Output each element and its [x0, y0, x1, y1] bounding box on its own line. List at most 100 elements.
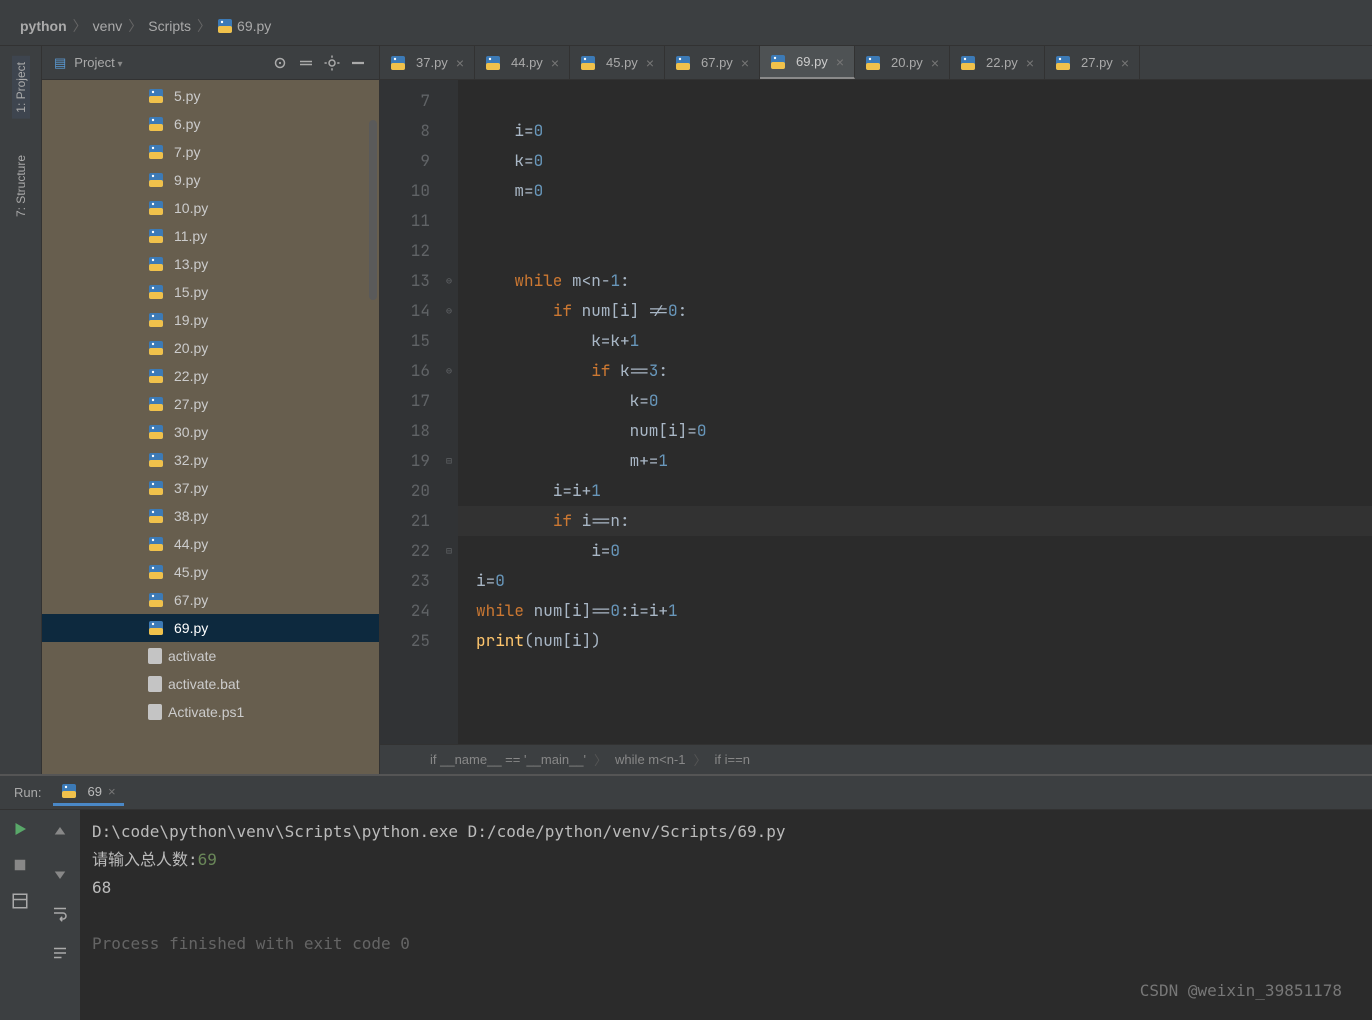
python-file-icon: [148, 200, 164, 216]
down-icon[interactable]: [51, 864, 69, 882]
code-area[interactable]: i=0 k=0 m=0 while m<n-1: if num[i] !=0: …: [458, 80, 1372, 744]
project-panel-title[interactable]: Project: [74, 55, 263, 70]
editor-tab[interactable]: 45.py×: [570, 46, 665, 79]
watermark: CSDN @weixin_39851178: [1140, 981, 1342, 1000]
python-file-icon: [485, 55, 501, 71]
crumb-scope-1[interactable]: if __name__ == '__main__': [430, 752, 586, 767]
python-file-icon: [148, 144, 164, 160]
close-icon[interactable]: ×: [741, 55, 749, 71]
tool-window-bar: 1: Project 7: Structure: [0, 46, 42, 774]
tree-item[interactable]: 67.py: [42, 586, 379, 614]
tree-item[interactable]: 9.py: [42, 166, 379, 194]
python-file-icon: [148, 620, 164, 636]
python-file-icon: [960, 55, 976, 71]
hide-icon[interactable]: [349, 54, 367, 72]
tree-item[interactable]: 6.py: [42, 110, 379, 138]
tree-item[interactable]: 10.py: [42, 194, 379, 222]
file-icon: [148, 648, 162, 664]
soft-wrap-icon[interactable]: [51, 904, 69, 922]
run-config-tab[interactable]: 69 ×: [53, 779, 123, 806]
tree-item[interactable]: 32.py: [42, 446, 379, 474]
python-file-icon: [148, 424, 164, 440]
tree-item[interactable]: 5.py: [42, 82, 379, 110]
python-file-icon: [148, 480, 164, 496]
python-file-icon: [148, 88, 164, 104]
editor-tab[interactable]: 27.py×: [1045, 46, 1140, 79]
python-file-icon: [148, 256, 164, 272]
python-file-icon: [148, 508, 164, 524]
tree-item[interactable]: 13.py: [42, 250, 379, 278]
python-file-icon: [675, 55, 691, 71]
tree-item[interactable]: 37.py: [42, 474, 379, 502]
tree-item[interactable]: 7.py: [42, 138, 379, 166]
python-file-icon: [148, 312, 164, 328]
crumb-root[interactable]: python: [20, 18, 67, 34]
tree-item[interactable]: activate: [42, 642, 379, 670]
tree-item[interactable]: 22.py: [42, 362, 379, 390]
crumb-file[interactable]: 69.py: [237, 18, 271, 34]
close-icon[interactable]: ×: [551, 55, 559, 71]
tree-item[interactable]: Activate.ps1: [42, 698, 379, 726]
python-file-icon: [148, 564, 164, 580]
editor-tab[interactable]: 37.py×: [380, 46, 475, 79]
gear-icon[interactable]: [323, 54, 341, 72]
scroll-icon[interactable]: [51, 944, 69, 962]
stop-icon[interactable]: [11, 856, 29, 874]
fold-gutter: ⊖⊖⊖⊟⊟: [440, 80, 458, 744]
python-file-icon: [770, 54, 786, 70]
tree-item[interactable]: 38.py: [42, 502, 379, 530]
tree-item[interactable]: 44.py: [42, 530, 379, 558]
tree-item[interactable]: activate.bat: [42, 670, 379, 698]
crumb-scope-3[interactable]: if i==n: [715, 752, 750, 767]
rerun-icon[interactable]: [11, 820, 29, 838]
project-tree[interactable]: 5.py6.py7.py9.py10.py11.py13.py15.py19.p…: [42, 80, 379, 774]
close-icon[interactable]: ×: [456, 55, 464, 71]
python-file-icon: [148, 284, 164, 300]
tree-scrollbar[interactable]: [369, 120, 377, 300]
project-tool-button[interactable]: 1: Project: [12, 56, 30, 119]
close-icon[interactable]: ×: [931, 55, 939, 71]
collapse-all-icon[interactable]: [297, 54, 315, 72]
python-file-icon: [148, 228, 164, 244]
tree-item[interactable]: 30.py: [42, 418, 379, 446]
tree-item[interactable]: 69.py: [42, 614, 379, 642]
file-icon: [148, 704, 162, 720]
close-icon[interactable]: ×: [1026, 55, 1034, 71]
close-icon[interactable]: ×: [108, 784, 116, 799]
python-file-icon: [217, 18, 233, 34]
python-file-icon: [390, 55, 406, 71]
editor-tab[interactable]: 44.py×: [475, 46, 570, 79]
tree-item[interactable]: 20.py: [42, 334, 379, 362]
file-icon: [148, 676, 162, 692]
python-file-icon: [148, 452, 164, 468]
python-file-icon: [1055, 55, 1071, 71]
crumb-scripts[interactable]: Scripts: [148, 18, 191, 34]
python-file-icon: [148, 116, 164, 132]
crumb-scope-2[interactable]: while m<n-1: [615, 752, 685, 767]
layout-icon[interactable]: [11, 892, 29, 910]
tree-item[interactable]: 45.py: [42, 558, 379, 586]
close-icon[interactable]: ×: [646, 55, 654, 71]
python-file-icon: [148, 340, 164, 356]
breadcrumb-bar: python 〉 venv 〉 Scripts 〉 69.py: [0, 6, 1372, 46]
locate-icon[interactable]: [271, 54, 289, 72]
editor[interactable]: 78910111213141516171819202122232425 ⊖⊖⊖⊟…: [380, 80, 1372, 744]
line-gutter: 78910111213141516171819202122232425: [380, 80, 440, 744]
crumb-venv[interactable]: venv: [93, 18, 123, 34]
run-label: Run:: [14, 785, 41, 800]
editor-tab[interactable]: 69.py×: [760, 46, 855, 79]
up-icon[interactable]: [51, 824, 69, 842]
close-icon[interactable]: ×: [1121, 55, 1129, 71]
tree-item[interactable]: 19.py: [42, 306, 379, 334]
python-file-icon: [148, 172, 164, 188]
tree-item[interactable]: 11.py: [42, 222, 379, 250]
tree-item[interactable]: 15.py: [42, 278, 379, 306]
editor-tab[interactable]: 67.py×: [665, 46, 760, 79]
project-panel: ▤ Project 5.py6.py7.py9.py10.py11.py13.p…: [42, 46, 380, 774]
close-icon[interactable]: ×: [836, 54, 844, 70]
structure-tool-button[interactable]: 7: Structure: [12, 149, 30, 223]
editor-tab[interactable]: 22.py×: [950, 46, 1045, 79]
editor-breadcrumb: if __name__ == '__main__' 〉 while m<n-1 …: [380, 744, 1372, 774]
tree-item[interactable]: 27.py: [42, 390, 379, 418]
editor-tab[interactable]: 20.py×: [855, 46, 950, 79]
